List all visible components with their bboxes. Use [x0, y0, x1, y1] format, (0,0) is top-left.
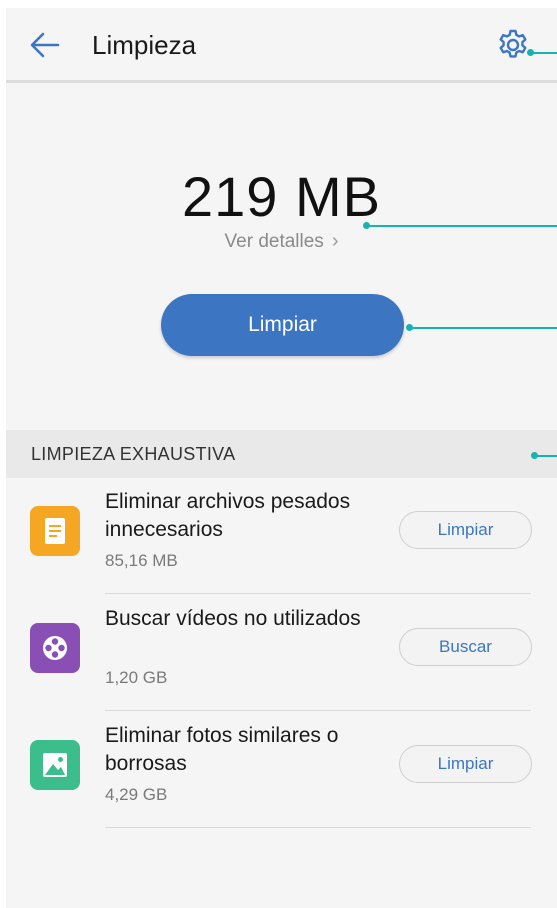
item-size: 85,16 MB [105, 551, 178, 570]
app-bar: Limpieza [6, 8, 557, 83]
callout-line [530, 52, 557, 54]
callout-line [534, 455, 557, 457]
callout-line [409, 327, 557, 329]
item-name: Buscar vídeos no utilizados [105, 607, 361, 630]
clean-photos-button[interactable]: Limpiar [399, 745, 532, 783]
view-details-link[interactable]: Ver detalles › [6, 230, 557, 253]
section-header: LIMPIEZA EXHAUSTIVA [6, 430, 557, 478]
item-size: 1,20 GB [105, 668, 168, 687]
cleanup-screen: Limpieza 219 MB Ver detalles › Limpiar LI… [6, 8, 557, 908]
clean-button[interactable]: Limpiar [161, 294, 404, 356]
clean-large-files-button[interactable]: Limpiar [399, 511, 532, 549]
freeable-storage-amount: 219 MB [182, 165, 381, 228]
divider [105, 710, 531, 711]
view-details-label: Ver detalles [224, 231, 324, 252]
item-size: 4,29 GB [105, 785, 168, 804]
chevron-right-icon: › [331, 230, 339, 252]
list-item-large-files: Eliminar archivos pesados innecesarios 8… [6, 478, 557, 594]
item-name: Eliminar fotos similares o borrosas [105, 724, 339, 775]
search-videos-button[interactable]: Buscar [399, 628, 532, 666]
image-icon [30, 740, 80, 790]
list-item-similar-photos: Eliminar fotos similares o borrosas 4,29… [6, 712, 557, 828]
document-icon [30, 506, 80, 556]
item-name: Eliminar archivos pesados innecesarios [105, 490, 351, 541]
callout-line [366, 225, 557, 227]
divider [105, 593, 531, 594]
film-reel-icon [30, 623, 80, 673]
list-item-unused-videos: Buscar vídeos no utilizados 1,20 GB Busc… [6, 595, 557, 711]
page-title: Limpieza [92, 30, 197, 60]
arrow-left-icon[interactable] [28, 28, 62, 62]
section-title: LIMPIEZA EXHAUSTIVA [31, 444, 236, 464]
gear-icon[interactable] [496, 28, 530, 62]
divider [105, 827, 531, 828]
